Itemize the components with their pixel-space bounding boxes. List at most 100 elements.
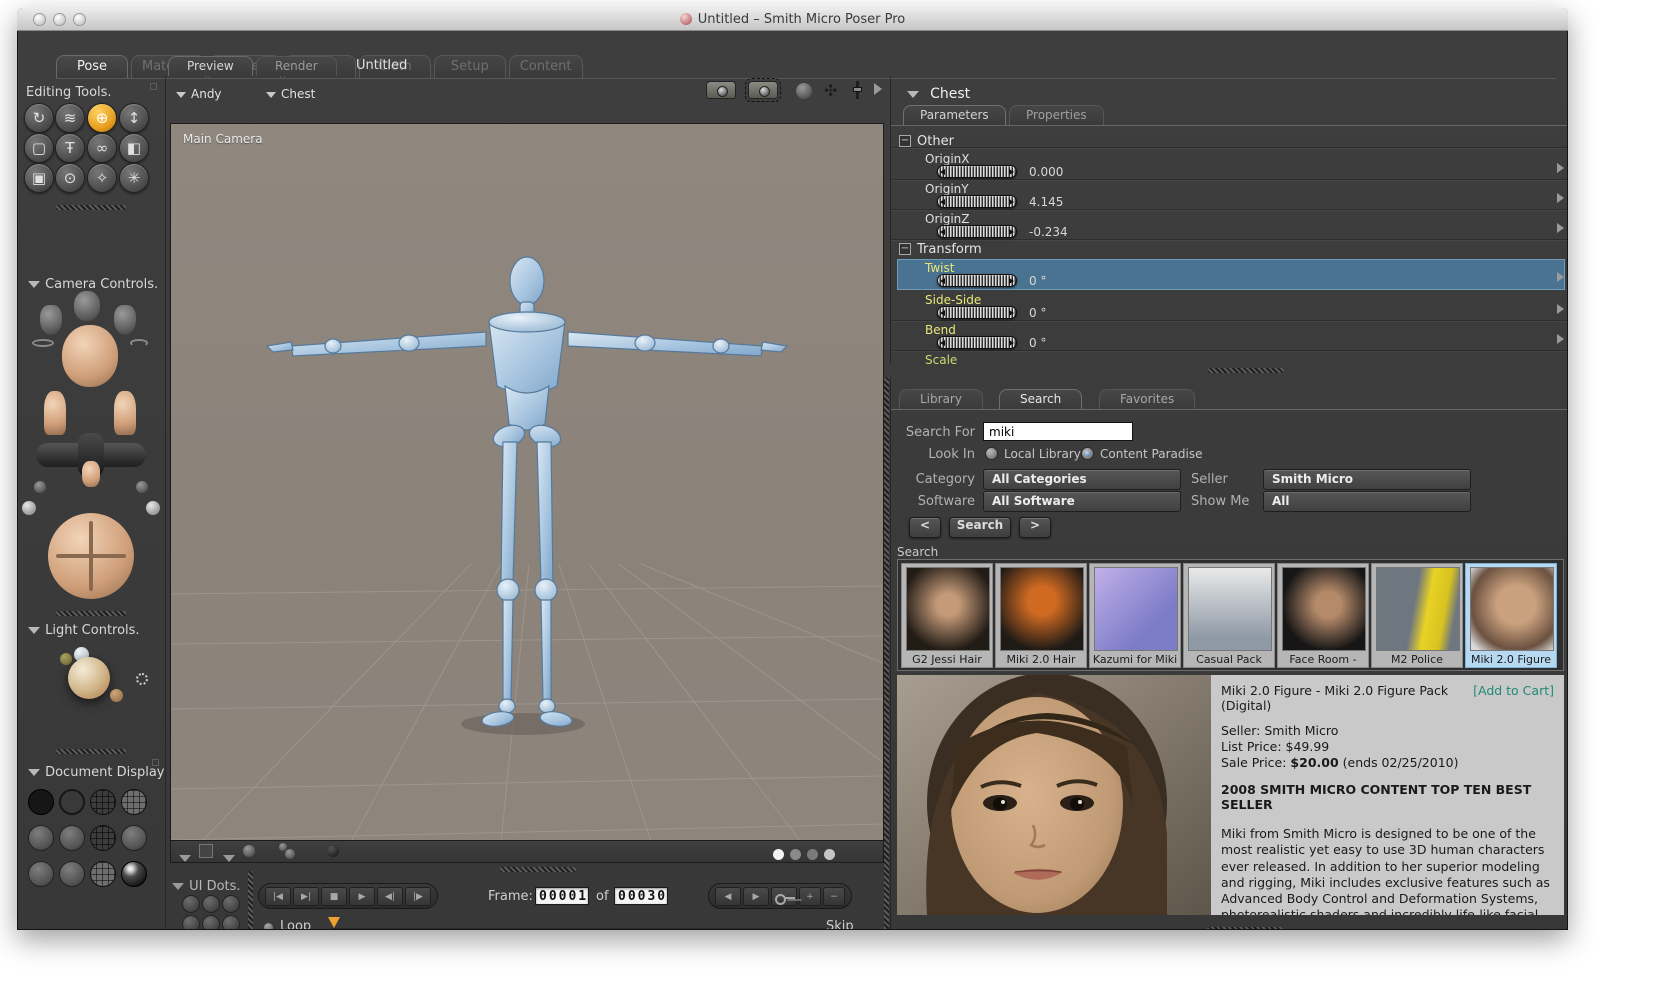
- loop-indicator[interactable]: [264, 923, 273, 929]
- result-thumb-2[interactable]: Miki 2.0 Hair: [995, 563, 1087, 668]
- scale-tool-icon[interactable]: ▢: [24, 133, 54, 163]
- display-silhouette-icon[interactable]: [28, 789, 54, 815]
- param-value-originx[interactable]: 0.000: [1029, 165, 1063, 179]
- result-thumb-4[interactable]: Casual Pack: [1183, 563, 1275, 668]
- display-preview-icon[interactable]: [121, 861, 147, 887]
- param-value-originy[interactable]: 4.145: [1029, 195, 1063, 209]
- light-ball[interactable]: [68, 657, 110, 699]
- play-button[interactable]: ▶: [349, 886, 375, 906]
- left-hand-camera-icon[interactable]: [40, 305, 62, 335]
- ui-dot-4[interactable]: [182, 915, 200, 929]
- param-menu-arrow-icon[interactable]: [1557, 223, 1564, 233]
- actor-select[interactable]: Chest: [266, 83, 315, 102]
- actor-header[interactable]: Chest: [907, 83, 970, 102]
- light-3-dot[interactable]: [110, 689, 123, 702]
- tracking-menu-icon[interactable]: [179, 855, 191, 862]
- left-hand-raised-icon[interactable]: [44, 391, 66, 435]
- camera-rotate-icon[interactable]: [130, 339, 148, 347]
- tab-render[interactable]: Render: [256, 56, 337, 76]
- search-button[interactable]: Search: [949, 517, 1011, 538]
- display-wireframe-icon[interactable]: [90, 789, 116, 815]
- ui-dot-2[interactable]: [202, 895, 220, 913]
- move-star-icon[interactable]: ✣: [824, 81, 837, 100]
- group-collapse-transform[interactable]: −: [899, 243, 911, 255]
- param-menu-arrow-icon[interactable]: [1557, 272, 1564, 282]
- param-menu-arrow-icon[interactable]: [1557, 163, 1564, 173]
- section-divider[interactable]: [56, 205, 126, 210]
- display-cartoon-icon[interactable]: [121, 825, 147, 851]
- param-menu-arrow-icon[interactable]: [1557, 334, 1564, 344]
- radio-content-paradise-label[interactable]: Content Paradise: [1100, 447, 1202, 461]
- focal-dot-left-icon[interactable]: [22, 501, 36, 515]
- current-frame-field[interactable]: 00001: [535, 887, 589, 905]
- sun-icon[interactable]: [136, 673, 148, 685]
- direct-manipulation-tool-icon[interactable]: ✳: [119, 163, 149, 193]
- next-keyframe-button[interactable]: ▶: [743, 886, 769, 906]
- tab-properties[interactable]: Properties: [1009, 105, 1104, 125]
- section-divider[interactable]: [56, 611, 126, 616]
- param-name-bend[interactable]: Bend: [925, 323, 956, 337]
- camera-view-icon[interactable]: [706, 81, 736, 99]
- focal-dot-right-icon[interactable]: [146, 501, 160, 515]
- shadow-ball-icon[interactable]: [327, 845, 339, 857]
- right-hand-raised-icon[interactable]: [114, 391, 136, 435]
- tab-library[interactable]: Library: [899, 389, 983, 409]
- keyframe-key-icon[interactable]: [771, 886, 797, 906]
- tab-pose[interactable]: Pose: [56, 55, 128, 78]
- camera-select-icon[interactable]: [745, 78, 781, 102]
- display-outline-icon[interactable]: [59, 789, 85, 815]
- timeline-track[interactable]: [330, 928, 830, 929]
- stop-button[interactable]: ■: [321, 886, 347, 906]
- vertical-resize-handle[interactable]: [884, 377, 889, 929]
- light-1-dot[interactable]: [60, 653, 72, 665]
- zoom-tool-icon[interactable]: ⊙: [55, 163, 85, 193]
- result-thumb-6[interactable]: M2 Police: [1371, 563, 1463, 668]
- move-hand-icon[interactable]: [82, 461, 100, 487]
- param-dial-originy[interactable]: [937, 195, 1017, 208]
- trackball-icon[interactable]: [48, 513, 134, 599]
- param-value-twist[interactable]: 0 °: [1029, 274, 1046, 288]
- next-page-button[interactable]: >: [1019, 517, 1051, 538]
- display-smooth-shaded-icon[interactable]: [28, 861, 54, 887]
- tab-preview[interactable]: Preview: [168, 56, 253, 76]
- scale-dot-left-icon[interactable]: [34, 481, 46, 493]
- depth-slider-knob[interactable]: [853, 87, 862, 92]
- param-name-twist[interactable]: Twist: [925, 261, 954, 275]
- ui-dot-6[interactable]: [222, 915, 240, 929]
- tracking-ball-icon[interactable]: [243, 845, 255, 857]
- figure-select[interactable]: Andy: [176, 83, 222, 102]
- color-tool-icon[interactable]: ◧: [119, 133, 149, 163]
- chain-break-tool-icon[interactable]: ∞: [87, 133, 117, 163]
- result-thumb-5[interactable]: Face Room -: [1277, 563, 1369, 668]
- camera-name-label[interactable]: Main Camera: [183, 132, 263, 146]
- last-frame-button[interactable]: ▶|: [293, 886, 319, 906]
- display-texture-shaded-icon[interactable]: [90, 861, 116, 887]
- result-thumb-7-selected[interactable]: Miki 2.0 Figure: [1465, 563, 1557, 668]
- display-smooth-lined-icon[interactable]: [59, 861, 85, 887]
- page-dots[interactable]: [767, 845, 835, 864]
- display-lit-wireframe-icon[interactable]: [28, 825, 54, 851]
- section-divider[interactable]: [56, 749, 126, 754]
- library-scroll-handle[interactable]: [1207, 927, 1283, 929]
- translate-inout-tool-icon[interactable]: ↕: [119, 103, 149, 133]
- morphing-tool-icon[interactable]: ✧: [87, 163, 117, 193]
- param-dial-twist[interactable]: [937, 274, 1017, 287]
- taper-tool-icon[interactable]: Ŧ: [55, 133, 85, 163]
- tab-favorites[interactable]: Favorites: [1099, 389, 1196, 409]
- param-name-scale[interactable]: Scale: [925, 353, 957, 364]
- ui-dot-5[interactable]: [202, 915, 220, 929]
- twist-tool-icon[interactable]: ≋: [55, 103, 85, 133]
- param-name-originy[interactable]: OriginY: [925, 182, 969, 196]
- right-hand-camera-icon[interactable]: [114, 305, 136, 335]
- tab-search[interactable]: Search: [999, 389, 1083, 409]
- radio-content-paradise[interactable]: [1081, 447, 1094, 460]
- prev-page-button[interactable]: <: [909, 517, 941, 538]
- search-input[interactable]: [983, 422, 1133, 441]
- tab-parameters[interactable]: Parameters: [903, 105, 1006, 125]
- display-flat-shaded-icon[interactable]: [59, 825, 85, 851]
- software-select[interactable]: All Software: [983, 491, 1181, 512]
- step-forward-button[interactable]: |▶: [405, 886, 431, 906]
- tab-content[interactable]: Content: [508, 55, 583, 78]
- 3d-viewport[interactable]: Main Camera: [170, 123, 884, 841]
- camera-controls-header[interactable]: Camera Controls.: [28, 273, 158, 292]
